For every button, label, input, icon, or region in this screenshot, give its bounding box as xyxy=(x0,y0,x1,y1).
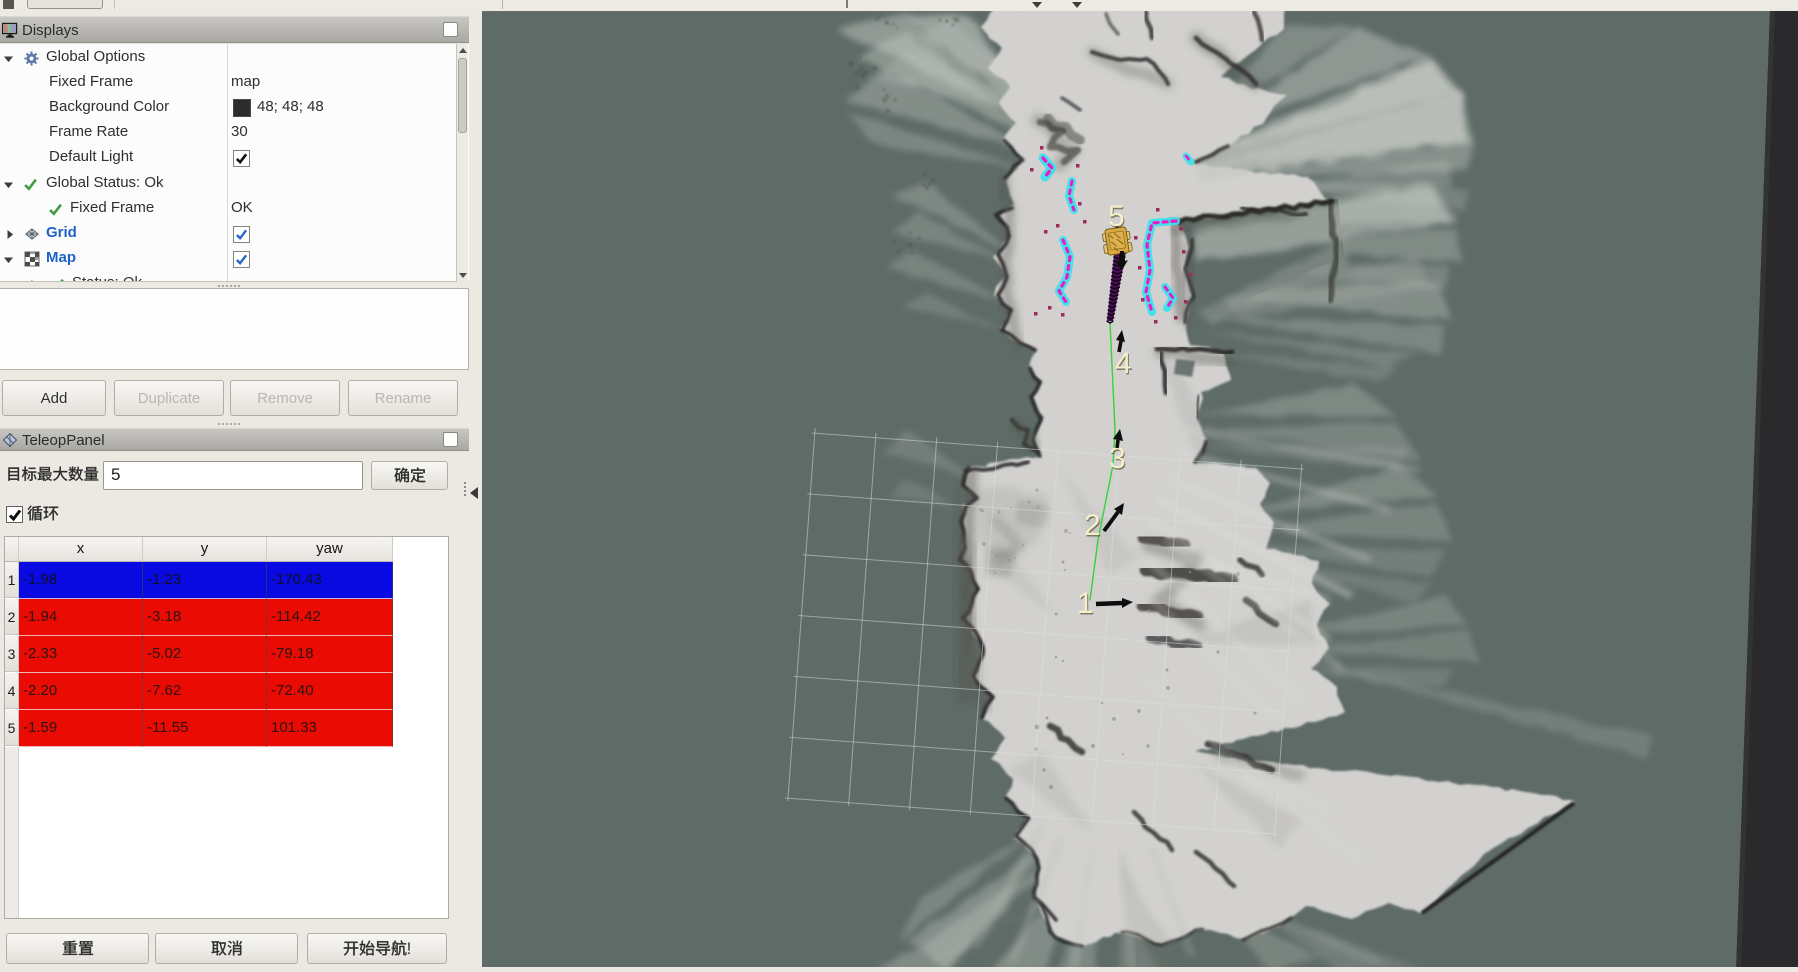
svg-text:2: 2 xyxy=(1084,509,1101,542)
svg-text:5: 5 xyxy=(1108,200,1125,233)
svg-text:4: 4 xyxy=(1115,347,1132,380)
svg-text:1: 1 xyxy=(1077,587,1094,620)
